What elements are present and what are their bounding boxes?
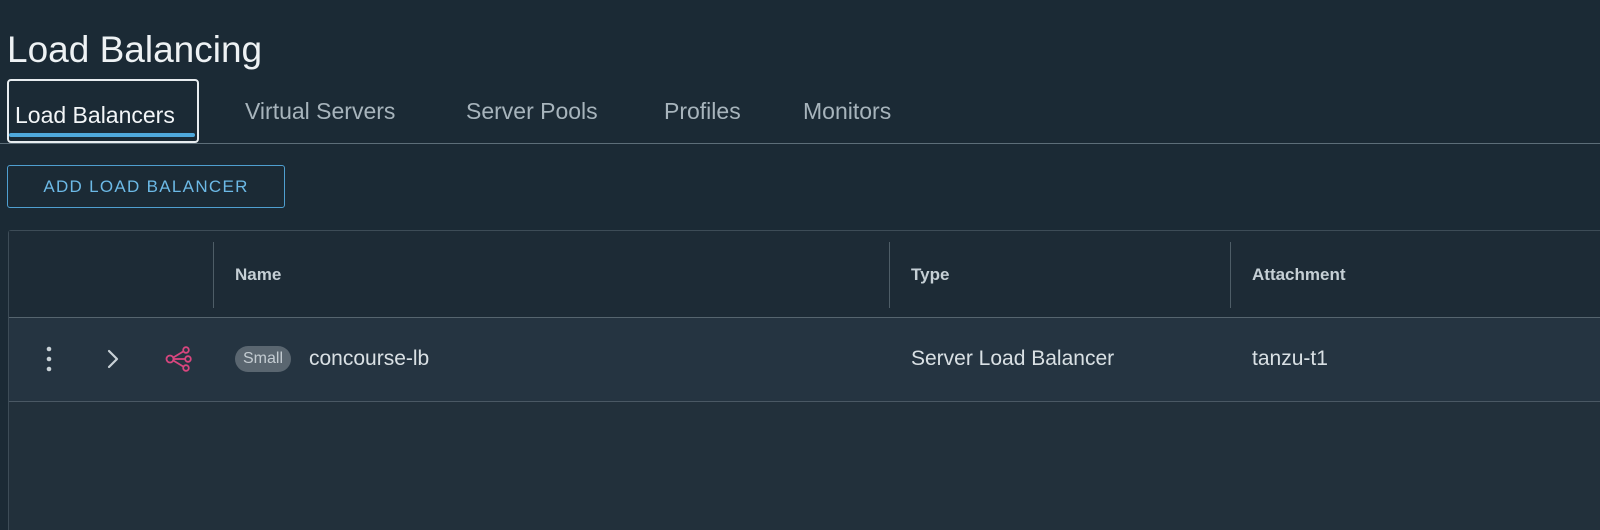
- column-separator[interactable]: [213, 242, 214, 308]
- tab-profiles[interactable]: Profiles: [664, 78, 741, 144]
- column-separator[interactable]: [889, 242, 890, 308]
- row-type: Server Load Balancer: [911, 347, 1115, 370]
- tab-label: Monitors: [803, 98, 892, 124]
- tab-label: Profiles: [664, 98, 741, 124]
- size-badge: Small: [235, 346, 291, 372]
- active-tab-indicator: [9, 133, 195, 137]
- tab-load-balancers[interactable]: Load Balancers: [7, 79, 199, 143]
- load-balancer-grid: Name Type Attachment Small concourse-lb …: [8, 230, 1600, 530]
- column-header-type[interactable]: Type: [911, 231, 949, 318]
- column-separator[interactable]: [1230, 242, 1231, 308]
- column-header-name[interactable]: Name: [235, 231, 281, 318]
- tab-label: Virtual Servers: [245, 98, 396, 124]
- row-attachment: tanzu-t1: [1252, 347, 1328, 370]
- tab-label: Load Balancers: [15, 102, 175, 128]
- grid-header: Name Type Attachment: [9, 231, 1600, 318]
- page-title: Load Balancing: [7, 29, 263, 70]
- table-row: Small concourse-lb Server Load Balancer …: [9, 318, 1600, 402]
- tab-bar: Load Balancers Virtual Servers Server Po…: [0, 78, 1600, 144]
- tab-server-pools[interactable]: Server Pools: [466, 78, 598, 144]
- more-vertical-icon[interactable]: [37, 318, 61, 400]
- tab-monitors[interactable]: Monitors: [803, 78, 891, 144]
- tab-label: Server Pools: [466, 98, 598, 124]
- column-header-attachment[interactable]: Attachment: [1252, 231, 1346, 318]
- row-name[interactable]: concourse-lb: [309, 318, 429, 400]
- load-balancer-icon: [164, 318, 194, 400]
- chevron-right-icon[interactable]: [101, 318, 125, 400]
- tab-virtual-servers[interactable]: Virtual Servers: [245, 78, 395, 144]
- add-load-balancer-button[interactable]: ADD LOAD BALANCER: [7, 165, 285, 208]
